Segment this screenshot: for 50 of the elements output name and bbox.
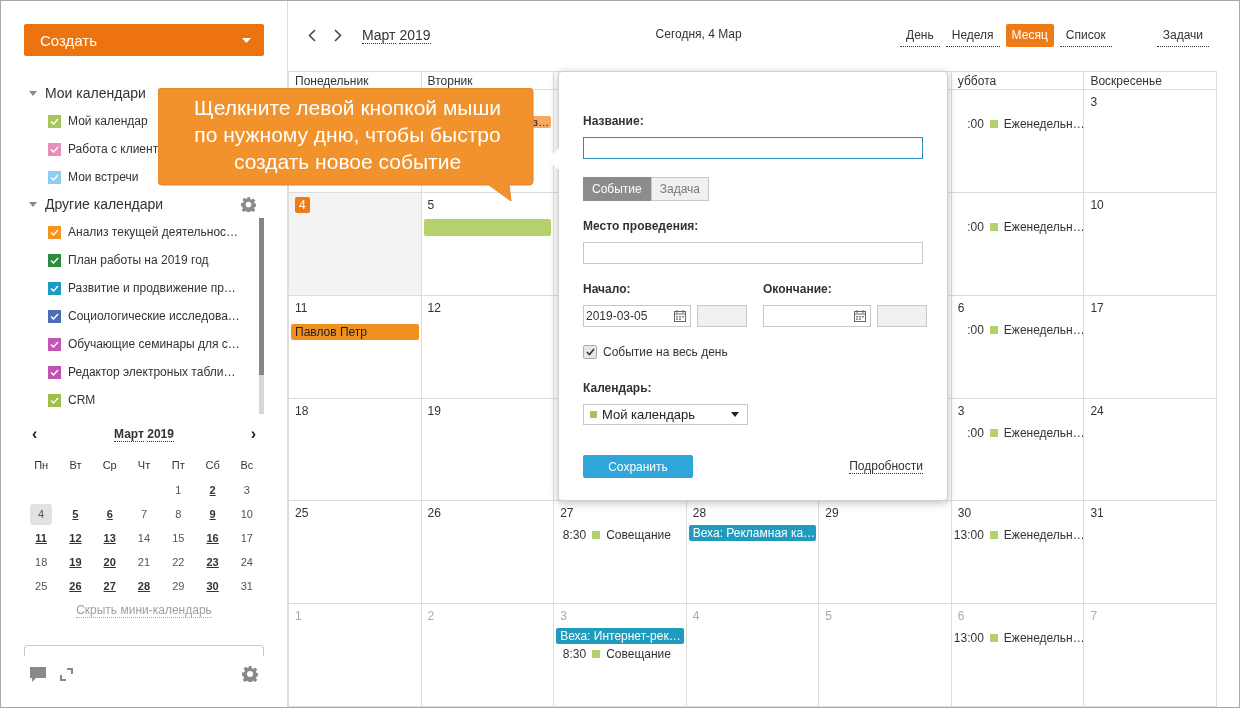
day-number: 24 <box>1090 403 1104 418</box>
field-label: Начало: <box>583 282 632 296</box>
field-label: Название: <box>583 114 644 128</box>
event-time: :00 <box>966 322 984 337</box>
day-number: 10 <box>1090 197 1104 212</box>
weekday-label: Пт <box>171 458 185 473</box>
day-number: 26 <box>427 506 441 521</box>
day-number: 1 <box>295 609 302 624</box>
day-number: 5 <box>825 609 832 624</box>
weekday-label: Ср <box>102 458 117 473</box>
tooltip-text: Щелкните левой кнопкой мыши по нужному дню, чтобы быстро создать новое событие <box>193 95 501 175</box>
today-label: Сегодня, 4 Мар <box>655 27 742 41</box>
day-number: 6 <box>957 300 965 315</box>
day-number: 30 <box>957 506 972 521</box>
day-number: 28 <box>692 506 707 521</box>
day-number: 17 <box>1090 300 1104 315</box>
weekday-label: Сб <box>205 458 220 473</box>
weekday-header: уббота <box>951 72 1085 90</box>
event-time: :00 <box>966 425 984 440</box>
day-number: 25 <box>295 506 309 521</box>
day-number: 6 <box>957 609 965 624</box>
event-time: 13:00 <box>953 528 984 543</box>
day-number: 12 <box>427 300 441 315</box>
field-label: Место проведения: <box>583 219 699 233</box>
day-number: 2 <box>427 609 435 624</box>
weekday-label: Вт <box>69 458 82 473</box>
weekday-label: Вс <box>240 458 254 473</box>
day-number: 27 <box>560 506 574 521</box>
day-number: 4 <box>692 609 700 624</box>
event-time: 8:30 <box>561 647 587 662</box>
day-number: 18 <box>295 403 309 418</box>
day-number: 3 <box>1090 95 1098 109</box>
day-number: 3 <box>957 403 965 418</box>
day-number: 31 <box>1090 506 1104 521</box>
day-number: 11 <box>295 300 308 315</box>
event-time: 8:30 <box>561 528 587 543</box>
event-time: :00 <box>966 219 984 234</box>
day-number: 7 <box>1090 609 1098 624</box>
day-number: 29 <box>825 506 839 521</box>
day-number: 5 <box>427 197 435 212</box>
weekday-label: Пн <box>34 458 49 473</box>
day-number: 4 <box>295 196 310 213</box>
event-time: 13:00 <box>953 631 984 646</box>
field-label: Окончание: <box>763 282 833 296</box>
event-time: :00 <box>966 117 984 131</box>
day-number: 19 <box>427 403 441 418</box>
day-number: 3 <box>560 609 567 624</box>
field-label: Календарь: <box>583 381 652 395</box>
weekday-header: Воскресенье <box>1084 72 1217 90</box>
weekday-label: Чт <box>137 458 151 473</box>
